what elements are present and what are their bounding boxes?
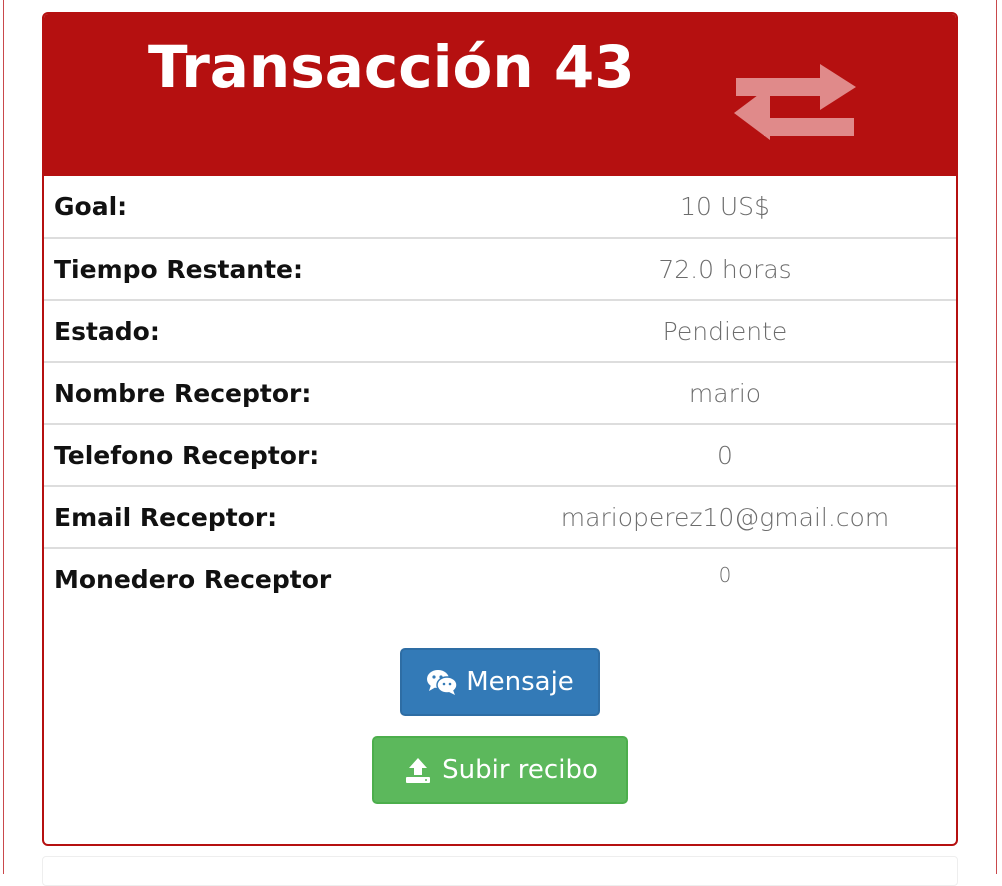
upload-receipt-button[interactable]: Subir recibo (372, 736, 628, 804)
detail-row-receiver-email: Email Receptor: marioperez10@gmail.com (44, 486, 956, 549)
detail-row-status: Estado: Pendiente (44, 300, 956, 363)
detail-value: 10 US$ (494, 176, 956, 239)
detail-row-time-remaining: Tiempo Restante: 72.0 horas (44, 238, 956, 301)
upload-button-label: Subir recibo (442, 755, 598, 785)
card-header: Transacción 43 (44, 14, 956, 176)
detail-label: Goal: (44, 176, 494, 239)
transaction-card: Transacción 43 Goal: 10 US$ Tiempo Resta… (42, 12, 958, 846)
exchange-arrows-icon (734, 64, 856, 140)
detail-row-receiver-name: Nombre Receptor: mario (44, 362, 956, 425)
transaction-details-table: Goal: 10 US$ Tiempo Restante: 72.0 horas… (44, 176, 956, 610)
detail-label: Monedero Receptor (54, 565, 332, 594)
detail-value: 0 (718, 563, 732, 587)
wechat-icon (427, 670, 458, 695)
detail-row-goal: Goal: 10 US$ (44, 176, 956, 239)
detail-value: Pendiente (494, 300, 956, 363)
detail-row-receiver-phone: Telefono Receptor: 0 (44, 424, 956, 487)
detail-label: Telefono Receptor: (44, 424, 494, 487)
detail-label: Email Receptor: (44, 486, 494, 549)
detail-value: 0 (494, 424, 956, 487)
detail-row-receiver-wallet: Monedero Receptor 0 (44, 548, 956, 610)
detail-value: marioperez10@gmail.com (494, 486, 956, 549)
message-button[interactable]: Mensaje (400, 648, 600, 716)
next-card-edge (42, 856, 958, 886)
upload-icon (406, 758, 431, 783)
transaction-title: Transacción 43 (148, 33, 635, 101)
detail-value: 72.0 horas (494, 238, 956, 301)
detail-label: Estado: (44, 300, 494, 363)
message-button-label: Mensaje (466, 667, 574, 697)
detail-label: Tiempo Restante: (44, 238, 494, 301)
detail-label: Nombre Receptor: (44, 362, 494, 425)
detail-value: mario (494, 362, 956, 425)
